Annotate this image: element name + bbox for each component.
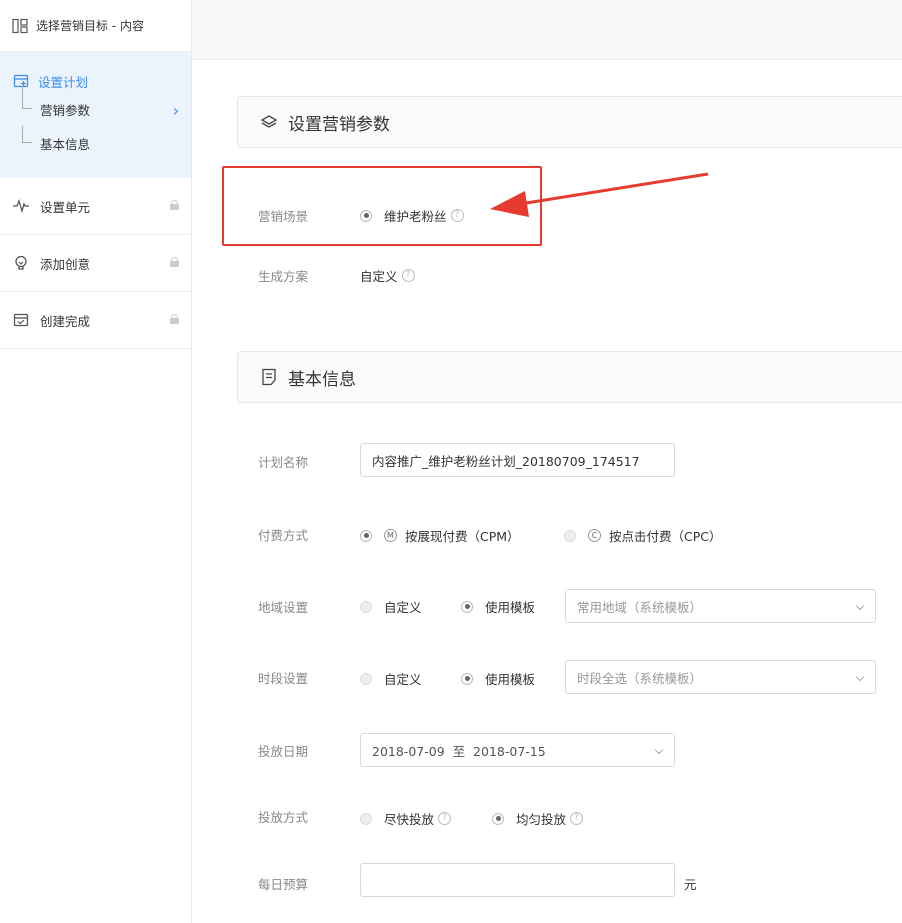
sidebar-step-plan-label: 设置计划 (38, 74, 89, 90)
marketing-target[interactable]: 选择营销目标 - 内容 (0, 0, 191, 52)
help-icon[interactable]: ? (570, 812, 584, 825)
time-custom-option[interactable]: 自定义 (360, 669, 422, 688)
section-title: 基本信息 (288, 369, 356, 390)
radio-selected[interactable] (492, 812, 504, 825)
budget-unit: 元 (684, 877, 697, 892)
plan-label: 生成方案 (258, 269, 309, 284)
time-label: 时段设置 (258, 671, 309, 686)
pay-cpm-option[interactable]: M 按展现付费（CPM） (360, 526, 520, 545)
lock-icon (170, 257, 179, 267)
chevron-down-icon (855, 672, 865, 682)
sidebar: 选择营销目标 - 内容 设置计划 营销参数 › 基本信息 设置单元 添加创意 创… (0, 0, 192, 923)
region-template-select[interactable]: 常用地域（系统模板） (565, 589, 876, 623)
help-icon[interactable]: ? (438, 812, 452, 825)
mode-fast-option[interactable]: 尽快投放 ? (360, 809, 452, 828)
lock-icon (170, 314, 179, 324)
chevron-down-icon (654, 745, 664, 755)
radio-selected[interactable] (360, 529, 372, 542)
budget-label: 每日预算 (258, 877, 309, 892)
sidebar-step-plan[interactable]: 设置计划 营销参数 › 基本信息 (0, 52, 191, 178)
chevron-down-icon (855, 601, 865, 611)
cpm-icon: M (384, 529, 397, 542)
time-template-select[interactable]: 时段全选（系统模板） (565, 660, 876, 694)
lock-icon (170, 200, 179, 210)
top-bar (192, 0, 902, 60)
region-template-option[interactable]: 使用模板 (461, 597, 535, 616)
mode-label: 投放方式 (258, 810, 309, 825)
section-marketing-params: 设置营销参数 (237, 96, 902, 148)
region-label: 地域设置 (258, 600, 309, 615)
time-template-option[interactable]: 使用模板 (461, 669, 535, 688)
budget-input[interactable] (360, 863, 675, 897)
radio-unselected[interactable] (360, 672, 372, 685)
radio-unselected[interactable] (360, 812, 372, 825)
layout-icon (12, 18, 28, 34)
document-icon (260, 368, 278, 386)
pay-label: 付费方式 (258, 528, 309, 543)
plan-value: 自定义 ? (360, 266, 415, 285)
chevron-right-icon: › (172, 101, 179, 120)
mode-even-option[interactable]: 均匀投放 ? (492, 809, 584, 828)
radio-unselected[interactable] (360, 600, 372, 613)
radio-unselected[interactable] (564, 529, 576, 542)
pay-cpc-option[interactable]: C 按点击付费（CPC） (564, 526, 722, 545)
radio-selected[interactable] (461, 600, 473, 613)
marketing-target-label: 选择营销目标 - 内容 (36, 19, 144, 33)
annotation-highlight-box (222, 166, 542, 246)
radio-selected[interactable] (461, 672, 473, 685)
lightbulb-icon (12, 254, 30, 272)
sidebar-sub-basic-info[interactable]: 基本信息 (0, 126, 191, 160)
sidebar-step-creative[interactable]: 添加创意 (0, 235, 191, 292)
calendar-check-icon (12, 311, 30, 329)
region-custom-option[interactable]: 自定义 (360, 597, 422, 616)
section-basic-info: 基本信息 (237, 351, 902, 403)
pulse-icon (12, 197, 30, 215)
cpc-icon: C (588, 529, 601, 542)
date-range-picker[interactable]: 2018-07-09 至 2018-07-15 (360, 733, 675, 767)
layers-icon (260, 113, 278, 131)
sidebar-sub-marketing-params[interactable]: 营销参数 › (0, 86, 191, 126)
sidebar-step-complete[interactable]: 创建完成 (0, 292, 191, 349)
help-icon[interactable]: ? (401, 269, 415, 282)
sidebar-step-unit[interactable]: 设置单元 (0, 178, 191, 235)
plan-name-label: 计划名称 (258, 455, 309, 470)
plan-name-input[interactable]: 内容推广_维护老粉丝计划_20180709_174517 (360, 443, 675, 477)
date-label: 投放日期 (258, 744, 309, 759)
section-title: 设置营销参数 (288, 114, 390, 135)
